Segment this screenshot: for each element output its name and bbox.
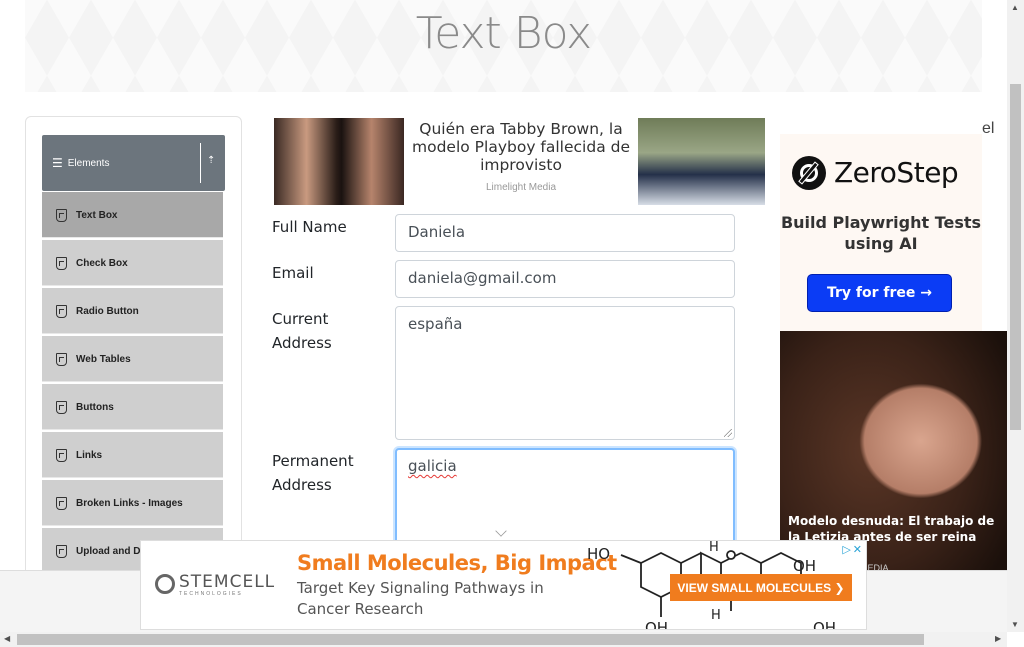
zerostep-logo-icon: [792, 156, 826, 190]
sidebar-item-label: Text Box: [76, 209, 118, 221]
ad-bottom[interactable]: STEMCELL TECHNOLOGIES Small Molecules, B…: [140, 540, 867, 630]
header-divider: [200, 143, 201, 183]
sidebar-item-buttons[interactable]: Buttons: [42, 384, 223, 430]
sidebar-item-web-tables[interactable]: Web Tables: [42, 336, 223, 382]
scroll-left-arrow-icon[interactable]: ◀: [4, 634, 10, 643]
ad-choices-close-icon[interactable]: ▷✕: [842, 543, 864, 556]
ad-image-left[interactable]: [274, 118, 404, 205]
sidebar-item-check-box[interactable]: Check Box: [42, 240, 223, 286]
current-address-label: Current Address: [272, 310, 332, 352]
molecule-label: H: [711, 608, 721, 623]
page-title: Text Box: [415, 8, 592, 59]
sidebar-menu: Text Box Check Box Radio Button Web Tabl…: [42, 192, 223, 576]
sidebar-item-text-box[interactable]: Text Box: [42, 192, 223, 238]
html5-icon: [56, 352, 67, 366]
sidebar-item-label: Check Box: [76, 257, 128, 269]
html5-icon: [56, 544, 67, 558]
scroll-right-arrow-icon[interactable]: ▶: [995, 634, 1001, 643]
full-name-input[interactable]: Daniela: [395, 214, 735, 252]
scroll-down-arrow-icon[interactable]: ▼: [1011, 620, 1019, 629]
html5-icon: [56, 256, 67, 270]
ad-bottom-brand: STEMCELL: [179, 572, 276, 592]
sidebar-item-label: Buttons: [76, 401, 114, 413]
sidebar-item-links[interactable]: Links: [42, 432, 223, 478]
ad-bottom-body-line2: Cancer Research: [297, 600, 424, 618]
ad-photo[interactable]: Modelo desnuda: El trabajo de la Letizia…: [780, 331, 1007, 573]
full-name-value: Daniela: [408, 223, 466, 241]
try-for-free-button[interactable]: Try for free →: [807, 274, 952, 312]
html5-icon: [56, 448, 67, 462]
ad-image-right[interactable]: [638, 118, 765, 205]
ad-right-zerostep[interactable]: ZeroStep Build Playwright Tests using AI…: [780, 134, 982, 331]
current-address-textarea[interactable]: españa: [395, 306, 735, 440]
collapse-arrow-icon[interactable]: ⇡: [207, 155, 215, 166]
resize-handle-icon[interactable]: [724, 429, 732, 437]
molecule-label: OH: [813, 619, 836, 630]
view-small-molecules-button[interactable]: VIEW SMALL MOLECULES ❯: [670, 574, 852, 601]
menu-icon: ☰: [52, 156, 63, 170]
sidebar-item-radio-button[interactable]: Radio Button: [42, 288, 223, 334]
ad-bottom-body-line1: Target Key Signaling Pathways in: [297, 579, 544, 597]
sidebar-item-broken-links[interactable]: Broken Links - Images: [42, 480, 223, 526]
ad-tagline: Build Playwright Tests using AI: [780, 213, 982, 253]
ad-brand: ZeroStep: [834, 156, 959, 189]
permanent-address-value: galicia: [408, 457, 457, 475]
email-value: daniela@gmail.com: [408, 269, 557, 287]
current-address-value: españa: [408, 315, 463, 333]
stemcell-logo-icon: [155, 574, 175, 594]
molecule-label: OH: [645, 619, 668, 630]
html5-icon: [56, 496, 67, 510]
ad-bottom-headline: Small Molecules, Big Impact: [297, 551, 617, 575]
permanent-address-textarea[interactable]: galicia: [395, 448, 735, 548]
horizontal-scroll-thumb[interactable]: [17, 634, 924, 645]
html5-icon: [56, 400, 67, 414]
email-label: Email: [272, 264, 314, 282]
html5-icon: [56, 208, 67, 222]
sidebar-item-label: Broken Links - Images: [76, 497, 183, 509]
ad-bottom-brand-sub: TECHNOLOGIES: [179, 591, 243, 597]
html5-icon: [56, 304, 67, 318]
sidebar-item-label: Web Tables: [76, 353, 131, 365]
sidebar-item-label: Upload and D: [76, 545, 141, 557]
email-input[interactable]: daniela@gmail.com: [395, 260, 735, 298]
molecule-label: HO: [587, 545, 610, 563]
scroll-up-arrow-icon[interactable]: ▲: [1011, 3, 1019, 12]
vertical-scroll-thumb[interactable]: [1010, 84, 1021, 430]
page-header-banner: Text Box: [25, 0, 982, 92]
molecule-label: OH: [793, 557, 816, 575]
ad-source: Limelight Media: [485, 182, 557, 193]
sidebar-item-label: Links: [76, 449, 103, 461]
sidebar-group-elements[interactable]: ☰ Elements ⇡: [42, 135, 225, 191]
permanent-address-label: Permanent Address: [272, 452, 354, 494]
sidebar-group-label: Elements: [67, 157, 110, 169]
sidebar-item-label: Radio Button: [76, 305, 139, 317]
ad-headline[interactable]: Quién era Tabby Brown, la modelo Playboy…: [406, 120, 636, 174]
ad-bottom-body: Target Key Signaling Pathways in Cancer …: [297, 578, 544, 620]
full-name-label: Full Name: [272, 218, 347, 236]
ad-top[interactable]: Quién era Tabby Brown, la modelo Playboy…: [274, 118, 765, 205]
molecule-label: H: [709, 541, 719, 555]
ad-corner-text: el: [982, 120, 995, 137]
